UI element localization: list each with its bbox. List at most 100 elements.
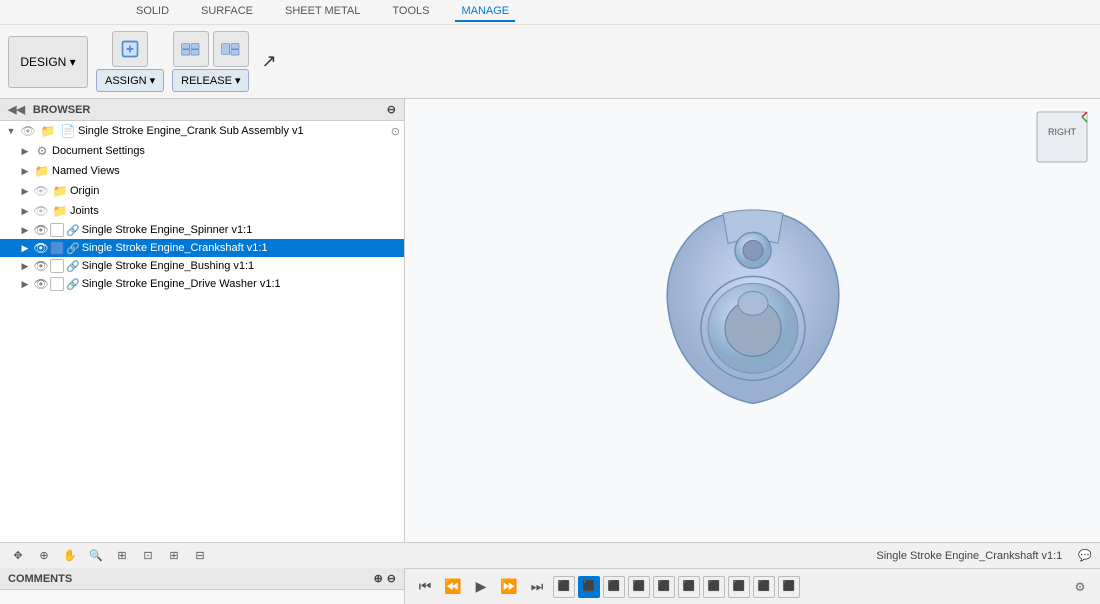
display-settings-icon[interactable]: ⊟ bbox=[190, 546, 210, 566]
tab-tools[interactable]: TOOLS bbox=[386, 2, 435, 22]
spinner-label: Single Stroke Engine_Spinner v1:1 bbox=[82, 224, 400, 236]
bushing-link-icon: 🔗 bbox=[66, 260, 80, 273]
grid-icon[interactable]: ⊡ bbox=[138, 546, 158, 566]
drive-washer-link-icon: 🔗 bbox=[66, 278, 80, 291]
named-views-arrow[interactable]: ▶ bbox=[18, 164, 32, 178]
root-doc-icon: 📄 bbox=[60, 123, 76, 139]
tab-sheetmetal[interactable]: SHEET METAL bbox=[279, 2, 366, 22]
tab-manage[interactable]: MANAGE bbox=[455, 2, 515, 22]
crankshaft-comp-icon bbox=[50, 241, 64, 255]
tree-named-views[interactable]: ▶ 📁 Named Views bbox=[0, 161, 404, 181]
drive-washer-eye-icon[interactable]: 👁 bbox=[34, 277, 48, 291]
named-views-folder-icon: 📁 bbox=[34, 163, 50, 179]
tree-spinner[interactable]: ▶ 👁 🔗 Single Stroke Engine_Spinner v1:1 bbox=[0, 221, 404, 239]
browser-menu-btn[interactable]: ⊖ bbox=[387, 103, 396, 116]
named-views-label: Named Views bbox=[52, 165, 400, 177]
browser-collapse-btn[interactable]: ◀◀ bbox=[8, 103, 25, 116]
spinner-comp-icon bbox=[50, 223, 64, 237]
doc-settings-arrow[interactable]: ▶ bbox=[18, 144, 32, 158]
root-expand-arrow[interactable]: ▼ bbox=[4, 124, 18, 138]
pan-icon[interactable]: ⊕ bbox=[34, 546, 54, 566]
prev-start-btn[interactable]: ⏮ bbox=[413, 575, 437, 599]
drive-washer-arrow[interactable]: ▶ bbox=[18, 277, 32, 291]
joints-eye-icon[interactable]: 👁 bbox=[34, 204, 48, 218]
tab-solid[interactable]: SOLID bbox=[130, 2, 175, 22]
origin-eye-icon[interactable]: 👁 bbox=[34, 184, 48, 198]
crankshaft-arrow[interactable]: ▶ bbox=[18, 241, 32, 255]
timeline-icon-8[interactable]: ⬛ bbox=[728, 576, 750, 598]
timeline-icon-9[interactable]: ⬛ bbox=[753, 576, 775, 598]
tree-drive-washer[interactable]: ▶ 👁 🔗 Single Stroke Engine_Drive Washer … bbox=[0, 275, 404, 293]
timeline-icon-3[interactable]: ⬛ bbox=[603, 576, 625, 598]
prev-btn[interactable]: ⏪ bbox=[441, 575, 465, 599]
next-btn[interactable]: ⏩ bbox=[497, 575, 521, 599]
statusbar-left-icons: ✥ ⊕ ✋ 🔍 ⊞ ⊡ ⊞ ⊟ bbox=[8, 546, 210, 566]
tree-bushing[interactable]: ▶ 👁 🔗 Single Stroke Engine_Bushing v1:1 bbox=[0, 257, 404, 275]
comments-panel: COMMENTS ⊕ ⊖ bbox=[0, 568, 405, 604]
viewport[interactable]: RIGHT bbox=[405, 99, 1100, 542]
joints-arrow[interactable]: ▶ bbox=[18, 204, 32, 218]
zoom-fit-icon[interactable]: ⊞ bbox=[112, 546, 132, 566]
statusbar-component-name: Single Stroke Engine_Crankshaft v1:1 bbox=[876, 550, 1062, 562]
design-button[interactable]: DESIGN ▾ bbox=[8, 36, 88, 88]
release-icon1[interactable] bbox=[173, 31, 209, 67]
tree-root[interactable]: ▼ 👁 📁 📄 Single Stroke Engine_Crank Sub A… bbox=[0, 121, 404, 141]
timeline-icon-4[interactable]: ⬛ bbox=[628, 576, 650, 598]
bushing-comp-icon bbox=[50, 259, 64, 273]
origin-arrow[interactable]: ▶ bbox=[18, 184, 32, 198]
bushing-label: Single Stroke Engine_Bushing v1:1 bbox=[82, 260, 400, 272]
timeline-icon-2[interactable]: ⬛ bbox=[578, 576, 600, 598]
doc-settings-gear-icon: ⚙ bbox=[34, 143, 50, 159]
assign-button[interactable]: ASSIGN ▾ bbox=[96, 69, 164, 92]
comments-add-btn[interactable]: ⊕ bbox=[374, 572, 383, 585]
bushing-arrow[interactable]: ▶ bbox=[18, 259, 32, 273]
drive-washer-label: Single Stroke Engine_Drive Washer v1:1 bbox=[82, 278, 400, 290]
root-vis-icon[interactable]: 👁 bbox=[20, 123, 36, 139]
move-icon[interactable]: ✥ bbox=[8, 546, 28, 566]
display-icon[interactable]: ⊞ bbox=[164, 546, 184, 566]
origin-folder-icon: 📁 bbox=[52, 183, 68, 199]
hand-icon[interactable]: ✋ bbox=[60, 546, 80, 566]
icons-row: DESIGN ▾ ASSIGN ▾ bbox=[0, 25, 1100, 98]
joints-folder-icon: 📁 bbox=[52, 203, 68, 219]
crankshaft-3d-view bbox=[653, 198, 853, 421]
comments-menu-btn[interactable]: ⊖ bbox=[387, 572, 396, 585]
release-icons bbox=[173, 31, 249, 67]
origin-label: Origin bbox=[70, 185, 400, 197]
tree-joints[interactable]: ▶ 👁 📁 Joints bbox=[0, 201, 404, 221]
timeline-icon-6[interactable]: ⬛ bbox=[678, 576, 700, 598]
crankshaft-eye-icon[interactable]: 👁 bbox=[34, 241, 48, 255]
play-btn[interactable]: ▶ bbox=[469, 575, 493, 599]
root-target-icon: ⊙ bbox=[391, 125, 400, 138]
timeline-icon-7[interactable]: ⬛ bbox=[703, 576, 725, 598]
release-section: RELEASE ▾ bbox=[172, 31, 249, 92]
doc-settings-label: Document Settings bbox=[52, 145, 400, 157]
spinner-arrow[interactable]: ▶ bbox=[18, 223, 32, 237]
bottom-row: COMMENTS ⊕ ⊖ ⏮ ⏪ ▶ ⏩ ⏭ ⬛ ⬛ ⬛ ⬛ ⬛ ⬛ ⬛ ⬛ ⬛ bbox=[0, 568, 1100, 604]
tree-origin[interactable]: ▶ 👁 📁 Origin bbox=[0, 181, 404, 201]
cursor-indicator: ↗ bbox=[261, 51, 276, 72]
orientation-cube[interactable]: RIGHT bbox=[1032, 107, 1092, 167]
next-end-btn[interactable]: ⏭ bbox=[525, 575, 549, 599]
timeline-icon-1[interactable]: ⬛ bbox=[553, 576, 575, 598]
tree-doc-settings[interactable]: ▶ ⚙ Document Settings bbox=[0, 141, 404, 161]
statusbar-chat-icon[interactable]: 💬 bbox=[1078, 549, 1092, 562]
bottom-section: ✥ ⊕ ✋ 🔍 ⊞ ⊡ ⊞ ⊟ Single Stroke Engine_Cra… bbox=[0, 542, 1100, 604]
drive-washer-comp-icon bbox=[50, 277, 64, 291]
spinner-eye-icon[interactable]: 👁 bbox=[34, 223, 48, 237]
playbar-settings-btn[interactable]: ⚙ bbox=[1068, 575, 1092, 599]
release-button[interactable]: RELEASE ▾ bbox=[172, 69, 249, 92]
tab-surface[interactable]: SURFACE bbox=[195, 2, 259, 22]
bushing-eye-icon[interactable]: 👁 bbox=[34, 259, 48, 273]
playbar: ⏮ ⏪ ▶ ⏩ ⏭ ⬛ ⬛ ⬛ ⬛ ⬛ ⬛ ⬛ ⬛ ⬛ ⬛ ⚙ bbox=[405, 568, 1100, 604]
timeline-icon-10[interactable]: ⬛ bbox=[778, 576, 800, 598]
zoom-icon[interactable]: 🔍 bbox=[86, 546, 106, 566]
toolbar-wrapper: SOLID SURFACE SHEET METAL TOOLS MANAGE D… bbox=[0, 0, 1100, 99]
root-folder-icon: 📁 bbox=[40, 123, 56, 139]
browser-header: ◀◀ BROWSER ⊖ bbox=[0, 99, 404, 121]
tabs-row: SOLID SURFACE SHEET METAL TOOLS MANAGE bbox=[0, 0, 1100, 25]
timeline-icon-5[interactable]: ⬛ bbox=[653, 576, 675, 598]
tree-crankshaft[interactable]: ▶ 👁 🔗 Single Stroke Engine_Crankshaft v1… bbox=[0, 239, 404, 257]
release-icon2[interactable] bbox=[213, 31, 249, 67]
assign-icon-btn[interactable] bbox=[112, 31, 148, 67]
